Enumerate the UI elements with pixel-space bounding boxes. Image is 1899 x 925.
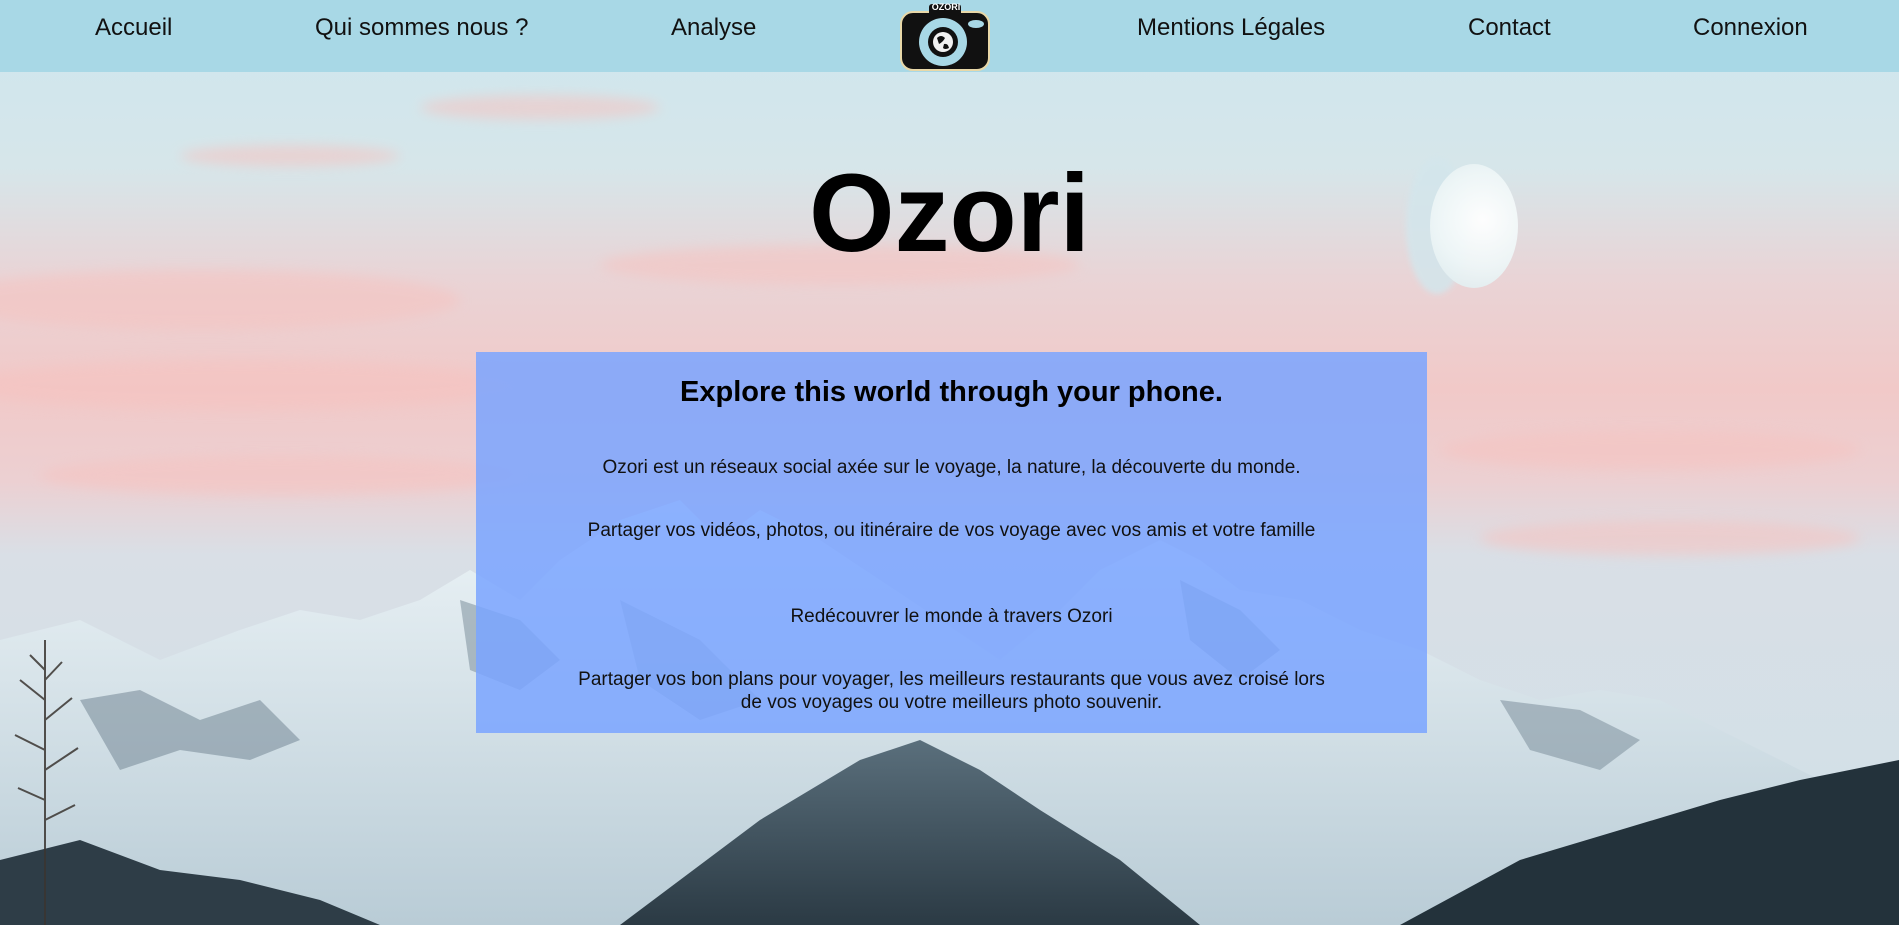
nav-analyse[interactable]: Analyse: [671, 14, 756, 42]
hero-title: Ozori: [808, 152, 1091, 275]
info-paragraph-4: Partager vos bon plans pour voyager, les…: [578, 669, 1325, 713]
info-heading: Explore this world through your phone.: [680, 376, 1223, 408]
nav-accueil[interactable]: Accueil: [95, 14, 172, 42]
info-paragraph-1: Ozori est un réseaux social axée sur le …: [602, 457, 1301, 478]
info-paragraph-3: Redécouvrer le monde à travers Ozori: [790, 606, 1113, 627]
top-navbar: Accueil Qui sommes nous ? Analyse Mentio…: [0, 0, 1899, 72]
nav-mentions-legales[interactable]: Mentions Légales: [1137, 14, 1325, 42]
nav-connexion[interactable]: Connexion: [1693, 14, 1808, 42]
logo-text: OZORI: [932, 2, 961, 12]
nav-contact[interactable]: Contact: [1468, 14, 1551, 42]
info-paragraph-2: Partager vos vidéos, photos, ou itinérai…: [587, 520, 1316, 541]
page: Accueil Qui sommes nous ? Analyse Mentio…: [0, 0, 1899, 925]
nav-qui-sommes-nous[interactable]: Qui sommes nous ?: [315, 14, 528, 42]
ozori-camera-logo-icon[interactable]: OZORI: [899, 0, 993, 72]
info-box: Explore this world through your phone. O…: [476, 352, 1427, 733]
